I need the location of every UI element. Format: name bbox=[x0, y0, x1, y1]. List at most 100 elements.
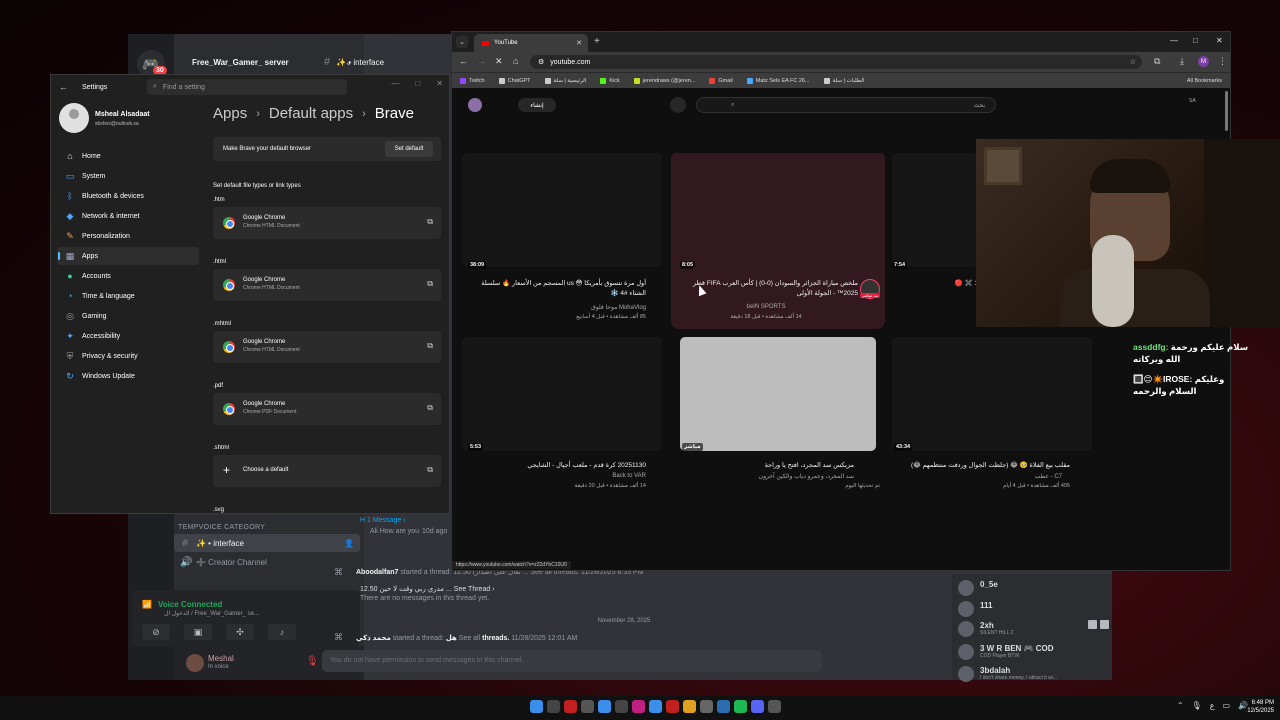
search-input[interactable]: ⌕ بحث bbox=[696, 97, 996, 113]
open-external-icon[interactable]: ⧉ bbox=[427, 279, 433, 289]
default-app-card[interactable]: Google Chrome Chrome HTML Document ⧉ bbox=[213, 269, 441, 301]
extensions-icon[interactable]: ⧉ bbox=[1154, 56, 1160, 67]
app-icon[interactable] bbox=[700, 700, 713, 713]
voice-status[interactable]: 📶 Voice Connected bbox=[142, 600, 222, 609]
language-indicator[interactable]: ع bbox=[1210, 701, 1215, 710]
sidebar-item-personalization[interactable]: ✎ Personalization bbox=[57, 227, 199, 245]
default-app-card[interactable]: Google Chrome Chrome HTML Document ⧉ bbox=[213, 207, 441, 239]
breadcrumb-apps[interactable]: Apps bbox=[213, 105, 247, 122]
app-icon[interactable] bbox=[581, 700, 594, 713]
video-thumbnail[interactable] bbox=[462, 153, 662, 267]
member-item[interactable]: 3 W R BEN 🎮 COD COD Player BTW bbox=[958, 644, 1054, 660]
download-icon[interactable]: ⤓ bbox=[1180, 56, 1184, 67]
sidebar-item-privacy-security[interactable]: ⛨ Privacy & security bbox=[57, 347, 199, 365]
add-user-icon[interactable]: 👤 bbox=[344, 539, 354, 548]
bookmark-item[interactable]: ChatGPT bbox=[498, 77, 531, 84]
bookmark-item[interactable]: Matz Sels EA FC 26... bbox=[746, 77, 810, 84]
app-icon[interactable] bbox=[564, 700, 577, 713]
default-app-card[interactable]: Google Chrome Chrome PDF Document ⧉ bbox=[213, 393, 441, 425]
screen-share-icon[interactable]: ▣ bbox=[184, 624, 212, 640]
close-tab-icon[interactable]: ✕ bbox=[576, 39, 582, 47]
video-channel[interactable]: سد المجرد، وعمرو دياب والكين آخرون bbox=[684, 473, 854, 480]
open-external-icon[interactable]: ⧉ bbox=[427, 217, 433, 227]
forward-icon[interactable]: → bbox=[477, 56, 486, 66]
mic-icon[interactable]: 🎙 bbox=[1192, 701, 1202, 710]
camera-off-icon[interactable]: ⊘ bbox=[142, 624, 170, 640]
mic-muted-icon[interactable]: 🎙 bbox=[306, 656, 319, 667]
app-icon[interactable] bbox=[632, 700, 645, 713]
app-icon[interactable] bbox=[615, 700, 628, 713]
back-arrow-icon[interactable]: ← bbox=[59, 82, 68, 92]
sidebar-item-windows-update[interactable]: ↻ Windows Update bbox=[57, 367, 199, 385]
home-icon[interactable]: ⌂ bbox=[513, 56, 518, 66]
video-channel[interactable]: Back to VAR bbox=[476, 473, 646, 479]
chrome-icon[interactable] bbox=[683, 700, 696, 713]
bookmark-item[interactable]: Kick bbox=[600, 77, 620, 84]
close-icon[interactable]: ✕ bbox=[1216, 36, 1223, 45]
member-item[interactable]: 0_5e bbox=[958, 580, 998, 596]
video-channel[interactable]: C7 - عطب bbox=[892, 473, 1062, 480]
steam-icon[interactable] bbox=[717, 700, 730, 713]
menu-icon[interactable]: ⋮ bbox=[1218, 56, 1227, 67]
voice-search-icon[interactable] bbox=[670, 97, 686, 113]
sidebar-item-gaming[interactable]: ◎ Gaming bbox=[57, 307, 199, 325]
video-thumbnail[interactable] bbox=[892, 337, 1092, 451]
video-title[interactable]: مقلب بيع الفلاة 🥺 😂 (جلطت الجوال وردفت م… bbox=[892, 461, 1070, 471]
open-external-icon[interactable]: ⧉ bbox=[427, 341, 433, 351]
channel-creator[interactable]: 🔊 ➕ Creator Channel bbox=[174, 553, 360, 571]
close-icon[interactable]: ✕ bbox=[436, 79, 443, 88]
bookmark-item[interactable]: Twitch bbox=[460, 77, 485, 84]
member-item[interactable]: 3bdalah I don't share money, I attract it… bbox=[958, 666, 1057, 682]
discord-icon[interactable] bbox=[751, 700, 764, 713]
sidebar-item-apps[interactable]: ▦ Apps bbox=[57, 247, 199, 265]
site-info-icon[interactable]: ⚙ bbox=[538, 58, 544, 66]
maximize-icon[interactable]: □ bbox=[415, 79, 420, 88]
maximize-icon[interactable]: □ bbox=[1193, 36, 1198, 45]
set-default-button[interactable]: Set default bbox=[385, 141, 433, 157]
video-thumbnail[interactable] bbox=[671, 153, 885, 271]
bookmark-item[interactable]: الطلبات | سلة bbox=[823, 77, 865, 84]
clock[interactable]: 6:48 PM 12/5/2025 bbox=[1247, 699, 1274, 715]
breadcrumb-default-apps[interactable]: Default apps bbox=[269, 105, 353, 122]
sidebar-item-bluetooth-devices[interactable]: ᛒ Bluetooth & devices bbox=[57, 187, 199, 205]
window-button[interactable] bbox=[1100, 620, 1109, 629]
avatar[interactable] bbox=[468, 98, 482, 112]
thread-preview[interactable]: H 1 Message › bbox=[360, 517, 406, 524]
video-title[interactable]: ملخص مباراة الجزائر والسودان (0-0) | كأس… bbox=[684, 279, 858, 299]
scrollbar[interactable] bbox=[1225, 91, 1228, 131]
sidebar-item-network-internet[interactable]: ◆ Network & internet bbox=[57, 207, 199, 225]
tab-search-icon[interactable]: ⌄ bbox=[456, 36, 468, 48]
bookmark-item[interactable]: الرئيسية | سلة bbox=[544, 77, 586, 84]
sidebar-item-system[interactable]: ▭ System bbox=[57, 167, 199, 185]
category-label[interactable]: TEMPVOICE CATEGORY bbox=[178, 524, 265, 531]
new-tab-icon[interactable]: + bbox=[594, 36, 600, 47]
spotify-icon[interactable] bbox=[734, 700, 747, 713]
avatar[interactable] bbox=[59, 103, 89, 133]
video-thumbnail[interactable] bbox=[462, 337, 662, 451]
video-title[interactable]: أول مرة نتسوق بأمريكا 😳 us المسجم من الأ… bbox=[476, 279, 646, 299]
network-icon[interactable]: ▭ bbox=[1222, 701, 1230, 710]
chevron-up-icon[interactable]: ⌃ bbox=[1177, 701, 1184, 710]
tab-youtube[interactable]: YouTube ✕ bbox=[474, 34, 588, 52]
bookmark-star-icon[interactable]: ☆ bbox=[1130, 58, 1136, 66]
thread-title[interactable]: 12.50 مدري ربي وقت لا حين ... See Thread… bbox=[360, 585, 495, 593]
video-channel[interactable]: beIN SPORTS bbox=[684, 304, 848, 310]
member-item[interactable]: 111 bbox=[958, 601, 992, 617]
default-app-card[interactable]: Google Chrome Chrome HTML Document ⧉ bbox=[213, 331, 441, 363]
open-external-icon[interactable]: ⧉ bbox=[427, 465, 433, 475]
sidebar-item-accounts[interactable]: ● Accounts bbox=[57, 267, 199, 285]
start-icon[interactable] bbox=[530, 700, 543, 713]
video-title[interactable]: 20251130 كرة قدم - ملعب أجيال - الشايجي bbox=[476, 461, 646, 471]
channel-interface[interactable]: # ✨ • interface 👤 bbox=[174, 534, 360, 552]
back-icon[interactable]: ← bbox=[459, 56, 468, 66]
sidebar-item-home[interactable]: ⌂ Home bbox=[57, 147, 199, 165]
minimize-icon[interactable]: — bbox=[391, 79, 399, 88]
profile-avatar[interactable]: M bbox=[1198, 56, 1209, 67]
all-bookmarks[interactable]: All Bookmarks bbox=[1187, 78, 1222, 84]
settings-icon[interactable] bbox=[768, 700, 781, 713]
app-icon[interactable] bbox=[598, 700, 611, 713]
video-thumbnail[interactable] bbox=[892, 153, 978, 267]
reload-icon[interactable]: ✕ bbox=[495, 56, 503, 67]
open-external-icon[interactable]: ⧉ bbox=[427, 403, 433, 413]
video-thumbnail[interactable] bbox=[680, 337, 876, 451]
